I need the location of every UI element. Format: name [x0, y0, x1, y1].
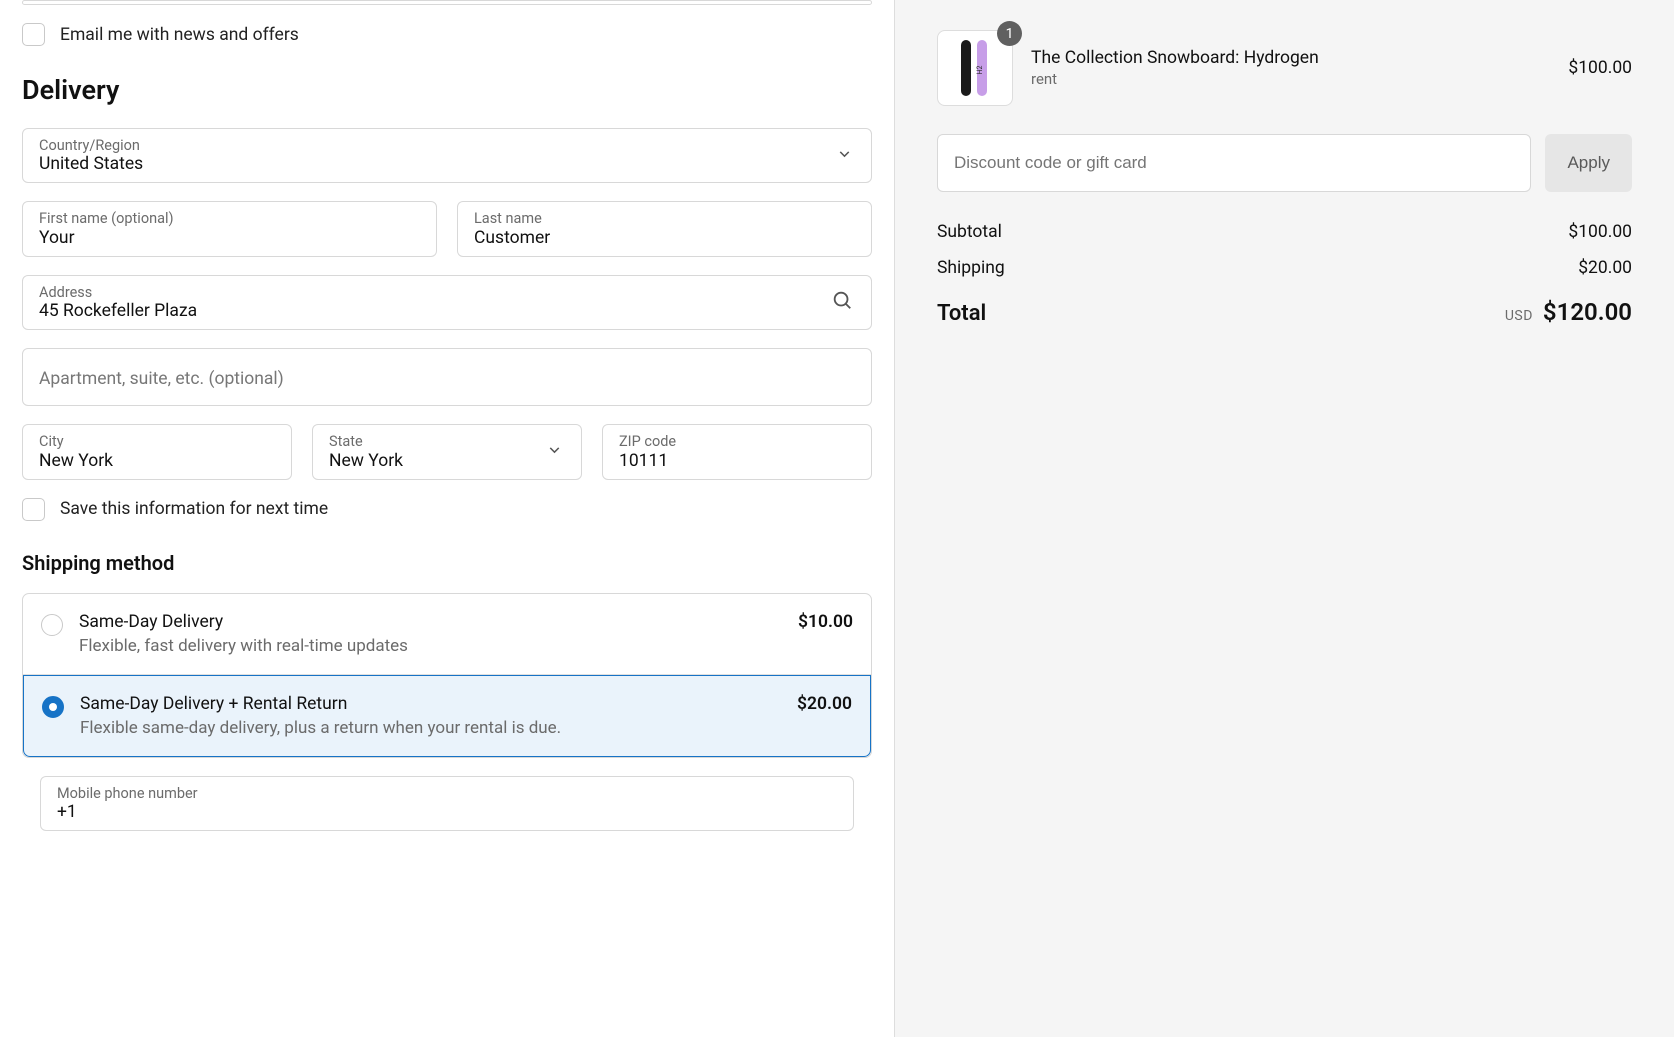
address-value: 45 Rockefeller Plaza [39, 301, 855, 321]
city-label: City [39, 433, 275, 450]
state-select[interactable]: State New York [312, 424, 582, 479]
first-name-value: Your [39, 228, 420, 248]
delivery-heading: Delivery [22, 74, 872, 106]
shipping-option-desc: Flexible same-day delivery, plus a retur… [80, 718, 781, 738]
snowboard-icon: H2 [953, 38, 997, 98]
cart-item-text: The Collection Snowboard: Hydrogen rent [1031, 48, 1550, 88]
last-name-value: Customer [474, 228, 855, 248]
qty-badge: 1 [997, 21, 1022, 46]
cart-item-price: $100.00 [1568, 58, 1632, 78]
mobile-phone-label: Mobile phone number [57, 785, 837, 802]
shipping-method-heading: Shipping method [22, 551, 872, 575]
first-name-field[interactable]: First name (optional) Your [22, 201, 437, 256]
country-label: Country/Region [39, 137, 855, 154]
shipping-radio[interactable] [42, 696, 64, 718]
cart-item: 1 H2 The Collection Snowboard: Hydrogen … [937, 30, 1632, 106]
order-summary: 1 H2 The Collection Snowboard: Hydrogen … [895, 0, 1674, 1037]
total-label: Total [937, 301, 986, 326]
cart-item-variant: rent [1031, 70, 1550, 88]
mobile-phone-field[interactable]: Mobile phone number +1 [40, 776, 854, 831]
address-label: Address [39, 284, 855, 301]
save-info-checkbox[interactable] [22, 498, 45, 521]
subtotal-value: $100.00 [1568, 222, 1632, 242]
shipping-option-name: Same-Day Delivery + Rental Return [80, 694, 781, 714]
save-info-row[interactable]: Save this information for next time [22, 498, 872, 521]
subtotal-label: Subtotal [937, 222, 1002, 242]
total-row: Total USD $120.00 [937, 298, 1632, 326]
last-name-field[interactable]: Last name Customer [457, 201, 872, 256]
apply-discount-button[interactable]: Apply [1545, 134, 1632, 192]
discount-code-input[interactable] [937, 134, 1531, 192]
shipping-option-price: $10.00 [798, 612, 853, 632]
zip-value: 10111 [619, 451, 855, 471]
svg-text:H2: H2 [976, 65, 984, 74]
shipping-option-name: Same-Day Delivery [79, 612, 782, 632]
city-value: New York [39, 451, 275, 471]
shipping-radio[interactable] [41, 614, 63, 636]
shipping-option-desc: Flexible, fast delivery with real-time u… [79, 636, 782, 656]
apartment-placeholder: Apartment, suite, etc. (optional) [39, 363, 855, 395]
cart-item-thumbnail: 1 H2 [937, 30, 1013, 106]
cart-item-title: The Collection Snowboard: Hydrogen [1031, 48, 1550, 68]
total-currency: USD [1505, 308, 1533, 324]
last-name-label: Last name [474, 210, 855, 227]
save-info-label: Save this information for next time [60, 499, 328, 519]
country-value: United States [39, 154, 855, 174]
shipping-value: $20.00 [1578, 258, 1632, 278]
shipping-label: Shipping [937, 258, 1005, 278]
prev-field-stub [22, 0, 872, 5]
email-news-row[interactable]: Email me with news and offers [22, 23, 872, 46]
mobile-phone-value: +1 [57, 802, 837, 822]
country-select[interactable]: Country/Region United States [22, 128, 872, 183]
shipping-option-same-day[interactable]: Same-Day Delivery Flexible, fast deliver… [23, 594, 871, 675]
state-label: State [329, 433, 565, 450]
total-amount: $120.00 [1543, 298, 1632, 326]
state-value: New York [329, 451, 565, 471]
search-icon[interactable] [831, 289, 853, 315]
address-field[interactable]: Address 45 Rockefeller Plaza [22, 275, 872, 330]
city-field[interactable]: City New York [22, 424, 292, 479]
subtotal-row: Subtotal $100.00 [937, 222, 1632, 242]
shipping-option-rental-return[interactable]: Same-Day Delivery + Rental Return Flexib… [23, 675, 871, 757]
apartment-field[interactable]: Apartment, suite, etc. (optional) [22, 348, 872, 406]
shipping-option-price: $20.00 [797, 694, 852, 714]
shipping-method-group: Same-Day Delivery Flexible, fast deliver… [22, 593, 872, 758]
zip-label: ZIP code [619, 433, 855, 450]
shipping-row: Shipping $20.00 [937, 258, 1632, 278]
email-news-label: Email me with news and offers [60, 25, 299, 45]
checkout-form: Email me with news and offers Delivery C… [0, 0, 895, 1037]
zip-field[interactable]: ZIP code 10111 [602, 424, 872, 479]
email-news-checkbox[interactable] [22, 23, 45, 46]
first-name-label: First name (optional) [39, 210, 420, 227]
